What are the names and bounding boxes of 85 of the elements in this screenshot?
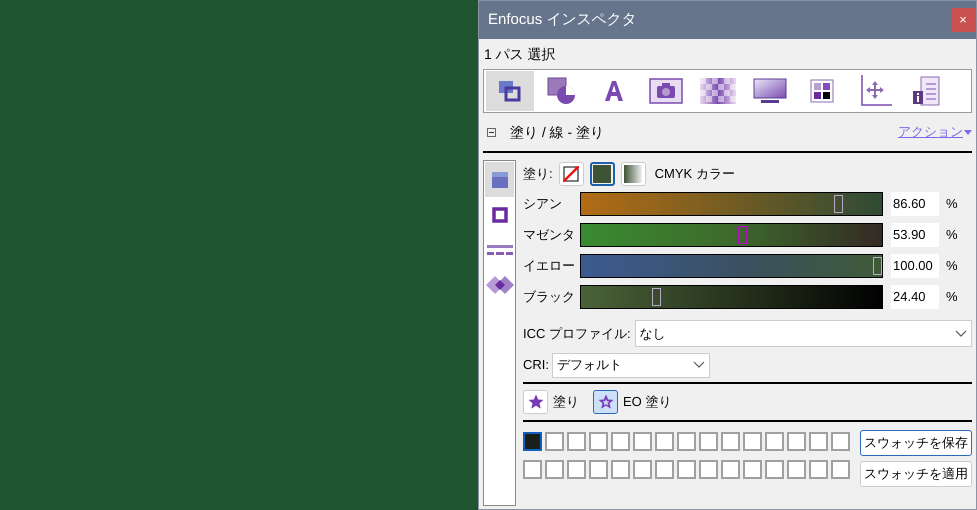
chevron-down-icon [955,330,967,338]
swatch[interactable] [589,460,608,479]
slider-thumb[interactable] [834,194,843,212]
swatch[interactable] [809,460,828,479]
fill-type-button[interactable] [590,162,615,186]
channel-label: ブラック [523,288,576,306]
swatch[interactable] [787,432,806,451]
fill-square-icon [492,172,508,188]
swatch[interactable] [589,432,608,451]
swatch[interactable] [633,460,652,479]
info-document-icon [912,76,940,106]
percent-unit: % [946,256,958,275]
swatch-grid-icon [810,79,834,103]
swatch[interactable] [523,432,542,451]
channel-label: シアン [523,194,563,213]
swatch[interactable] [699,460,718,479]
star-icon [528,394,544,410]
swatch[interactable] [699,432,718,451]
solid-fill-icon [593,165,612,183]
swatch[interactable] [677,432,696,451]
section-title: 塗り / 線 - 塗り [510,122,604,142]
swatch-button[interactable]: スウォッチを適用 [860,461,972,487]
swatch[interactable] [765,460,784,479]
swatch[interactable] [721,460,740,479]
fill-stroke-icon [497,78,523,104]
checkerboard-icon [700,78,736,104]
channel-label: イエロー [523,256,576,275]
icc-profile-label: ICC プロファイル: [523,324,631,343]
slider-thumb[interactable] [873,256,882,274]
swatch[interactable] [677,460,696,479]
swatch[interactable] [655,460,674,479]
dashed-lines-icon [486,244,512,256]
shapes-icon [547,77,577,105]
swatch[interactable] [743,460,762,479]
slider-thumb[interactable] [738,226,748,244]
swatch[interactable] [611,460,630,479]
selection-label: 1 パス 選択 [483,45,557,64]
close-button[interactable]: × [951,8,975,32]
icc-profile-dropdown[interactable]: なし [634,320,972,347]
swatch[interactable] [787,460,806,479]
text-icon [602,79,626,103]
percent-unit: % [946,226,958,244]
swatch[interactable] [721,432,740,451]
action-link[interactable]: アクション [898,122,972,142]
slider-thumb[interactable] [652,288,662,306]
channel-value-field[interactable]: 53.90 [891,222,939,246]
swatch[interactable] [567,460,586,479]
channel-value-field[interactable]: 24.40 [891,284,939,308]
fill-rule-button[interactable] [593,390,618,414]
caret-icon [964,130,972,134]
chevron-down-icon [693,361,705,369]
swatch-button[interactable]: スウォッチを保存 [860,430,972,456]
swatch[interactable] [765,432,784,451]
overlapping-diamonds-icon [486,276,514,294]
swatch[interactable] [809,432,828,451]
percent-unit: % [946,288,958,306]
channel-label: マゼンタ [523,226,576,244]
swatch[interactable] [523,460,542,479]
gradient-fill-icon [624,165,642,183]
swatch[interactable] [655,432,674,451]
channel-value-field[interactable]: 86.60 [891,192,939,216]
toolbar-tab[interactable] [486,71,534,111]
swatch[interactable] [545,460,564,479]
fill-label: 塗り: [523,165,553,184]
fill-rule-label: EO 塗り [623,393,672,412]
no-fill-icon [563,166,580,182]
channel-value-field[interactable]: 100.00 [891,254,939,278]
star-icon [598,394,614,410]
stroke-square-icon [492,206,508,222]
camera-icon [649,78,683,104]
swatch[interactable] [633,432,652,451]
cri-dropdown[interactable]: デフォルト [552,352,710,378]
swatch[interactable] [567,432,586,451]
fill-rule-label: 塗り [553,393,579,412]
swatch[interactable] [743,432,762,451]
swatch[interactable] [831,460,850,479]
collapse-toggle[interactable] [487,128,496,136]
monitor-icon [753,78,787,104]
swatch[interactable] [831,432,850,451]
window-title: Enfocus インスペクタ [488,10,636,30]
percent-unit: % [946,194,958,213]
cri-label: CRI: [523,356,549,374]
swatch[interactable] [611,432,630,451]
swatch[interactable] [545,432,564,451]
color-mode-label: CMYK カラー [654,165,735,184]
